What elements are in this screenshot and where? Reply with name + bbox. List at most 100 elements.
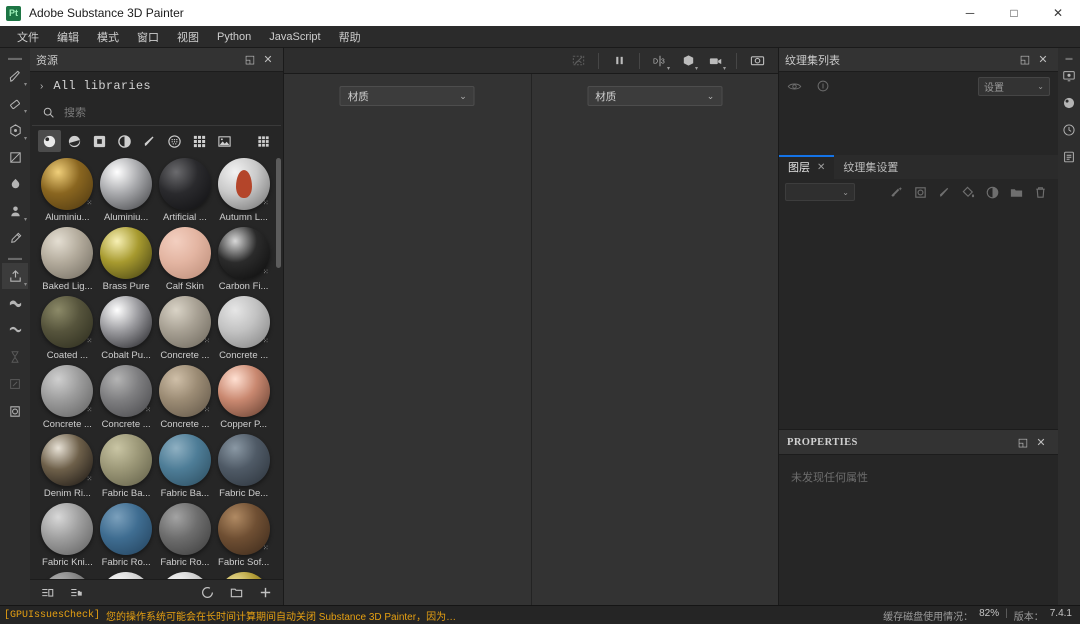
asset-item[interactable]: Cobalt Pu...	[97, 296, 156, 365]
filter-smart-masks[interactable]	[113, 130, 136, 152]
asset-item[interactable]: Fabric Ro...	[97, 503, 156, 572]
menu-view[interactable]: 视图	[168, 26, 208, 48]
add-fill-button[interactable]	[958, 182, 979, 202]
texture-set-settings-select[interactable]: 设置 ⌄	[978, 77, 1050, 96]
asset-item[interactable]	[38, 572, 97, 579]
tab-layers[interactable]: 图层 ✕	[779, 155, 834, 179]
asset-item[interactable]: ⁙Fabric Sof...	[214, 503, 273, 572]
shader-settings-icon[interactable]	[1056, 90, 1080, 116]
toggle-3d-view-button[interactable]: ▾	[675, 50, 701, 72]
menu-edit[interactable]: 编辑	[48, 26, 88, 48]
asset-item[interactable]: ⁙Concrete ...	[38, 365, 97, 434]
menu-help[interactable]: 帮助	[330, 26, 370, 48]
menu-window[interactable]: 窗口	[128, 26, 168, 48]
menu-javascript[interactable]: JavaScript	[260, 28, 329, 46]
asset-item[interactable]: Fabric Ba...	[156, 434, 215, 503]
delete-layer-button[interactable]	[1030, 182, 1051, 202]
geometry-fill-tool[interactable]	[2, 144, 28, 170]
asset-item[interactable]: Baked Lig...	[38, 227, 97, 296]
asset-item[interactable]: Fabric Ba...	[97, 434, 156, 503]
asset-item[interactable]: Fabric Kni...	[38, 503, 97, 572]
asset-item[interactable]: ⁙Carbon Fi...	[214, 227, 273, 296]
paint-brush-tool[interactable]: ▾	[2, 63, 28, 89]
viewport-2d[interactable]: 材质 ⌄	[531, 74, 779, 605]
menu-mode[interactable]: 模式	[88, 26, 128, 48]
filter-all-materials[interactable]	[38, 130, 61, 152]
layers-list[interactable]	[779, 205, 1058, 429]
menu-python[interactable]: Python	[208, 28, 260, 46]
asset-item[interactable]: ⁙Denim Ri...	[38, 434, 97, 503]
smudge-tool[interactable]	[2, 171, 28, 197]
asset-item[interactable]: Calf Skin	[156, 227, 215, 296]
asset-item[interactable]: ⁙Concrete ...	[156, 296, 215, 365]
filter-alphas[interactable]	[163, 130, 186, 152]
asset-item[interactable]: ⁙Concrete ...	[214, 296, 273, 365]
eraser-tool[interactable]: ▾	[2, 90, 28, 116]
undock-icon[interactable]: ◱	[1016, 51, 1034, 69]
asset-item[interactable]: ⁙Concrete ...	[156, 365, 215, 434]
projection-tool[interactable]: ▾	[2, 117, 28, 143]
asset-item[interactable]: Brass Pure	[97, 227, 156, 296]
close-icon[interactable]: ✕	[1034, 51, 1052, 69]
menu-file[interactable]: 文件	[8, 26, 48, 48]
filter-grid-view[interactable]	[252, 130, 275, 152]
blend-mode-select[interactable]: ⌄	[785, 183, 855, 201]
add-folder-button[interactable]	[1006, 182, 1027, 202]
pause-rendering-button[interactable]	[606, 50, 632, 72]
refresh-tool[interactable]	[2, 398, 28, 424]
history-icon[interactable]	[1056, 117, 1080, 143]
viewport-left-material-select[interactable]: 材质 ⌄	[340, 86, 475, 106]
asset-item[interactable]: ⁙Coated ...	[38, 296, 97, 365]
take-screenshot-button[interactable]	[744, 50, 770, 72]
library-selector[interactable]: › All libraries	[30, 72, 283, 100]
asset-grid-scrollbar[interactable]	[276, 158, 281, 268]
asset-item[interactable]	[156, 572, 215, 579]
asset-item[interactable]: ⁙Autumn L...	[214, 158, 273, 227]
material-picker-tool[interactable]	[2, 225, 28, 251]
display-settings-icon[interactable]	[1056, 63, 1080, 89]
log-icon[interactable]	[1056, 144, 1080, 170]
expand-tool[interactable]	[2, 371, 28, 397]
close-icon[interactable]: ✕	[259, 51, 277, 69]
tab-texture-set-settings[interactable]: 纹理集设置	[834, 155, 907, 179]
maximize-button[interactable]: □	[992, 0, 1036, 26]
camera-settings-button[interactable]: ▾	[703, 50, 729, 72]
asset-item[interactable]	[214, 572, 273, 579]
viewport-right-material-select[interactable]: 材质 ⌄	[587, 86, 722, 106]
minimize-button[interactable]: ─	[948, 0, 992, 26]
close-icon[interactable]: ✕	[1032, 433, 1050, 451]
toggle-hidden-selection-button[interactable]	[565, 50, 591, 72]
export-tool[interactable]: ▾	[2, 263, 28, 289]
viewport-3d[interactable]: 材质 ⌄	[284, 74, 531, 605]
undock-icon[interactable]: ◱	[241, 51, 259, 69]
hourglass-tool[interactable]	[2, 344, 28, 370]
filter-brushes[interactable]	[138, 130, 161, 152]
add-fill-layer-button[interactable]	[910, 182, 931, 202]
add-paint-layer-button[interactable]	[934, 182, 955, 202]
clone-stamp-tool[interactable]: ▾	[2, 198, 28, 224]
filter-smart-materials[interactable]	[63, 130, 86, 152]
refresh-library-button[interactable]	[200, 585, 215, 600]
asset-item[interactable]: ⁙Aluminiu...	[38, 158, 97, 227]
split-view-button[interactable]: D3 ▾	[647, 50, 673, 72]
asset-item[interactable]: Fabric De...	[214, 434, 273, 503]
asset-item[interactable]	[97, 572, 156, 579]
asset-item[interactable]: Fabric Ro...	[156, 503, 215, 572]
filter-environments[interactable]	[213, 130, 236, 152]
add-effect-button[interactable]	[886, 182, 907, 202]
texture-set-list-body[interactable]	[779, 100, 1058, 155]
undock-icon[interactable]: ◱	[1014, 433, 1032, 451]
eye-icon[interactable]	[787, 80, 802, 93]
search-input[interactable]	[64, 107, 271, 119]
shelf-tool[interactable]	[2, 317, 28, 343]
asset-item[interactable]: ⁙Concrete ...	[97, 365, 156, 434]
close-icon[interactable]: ✕	[817, 162, 825, 173]
folder-view-toggle[interactable]	[69, 586, 84, 600]
filter-textures[interactable]	[188, 130, 211, 152]
bake-maps-tool[interactable]	[2, 290, 28, 316]
add-asset-button[interactable]	[258, 585, 273, 600]
filter-masks[interactable]	[88, 130, 111, 152]
close-button[interactable]: ✕	[1036, 0, 1080, 26]
add-mask-button[interactable]	[982, 182, 1003, 202]
info-icon[interactable]	[816, 79, 830, 93]
